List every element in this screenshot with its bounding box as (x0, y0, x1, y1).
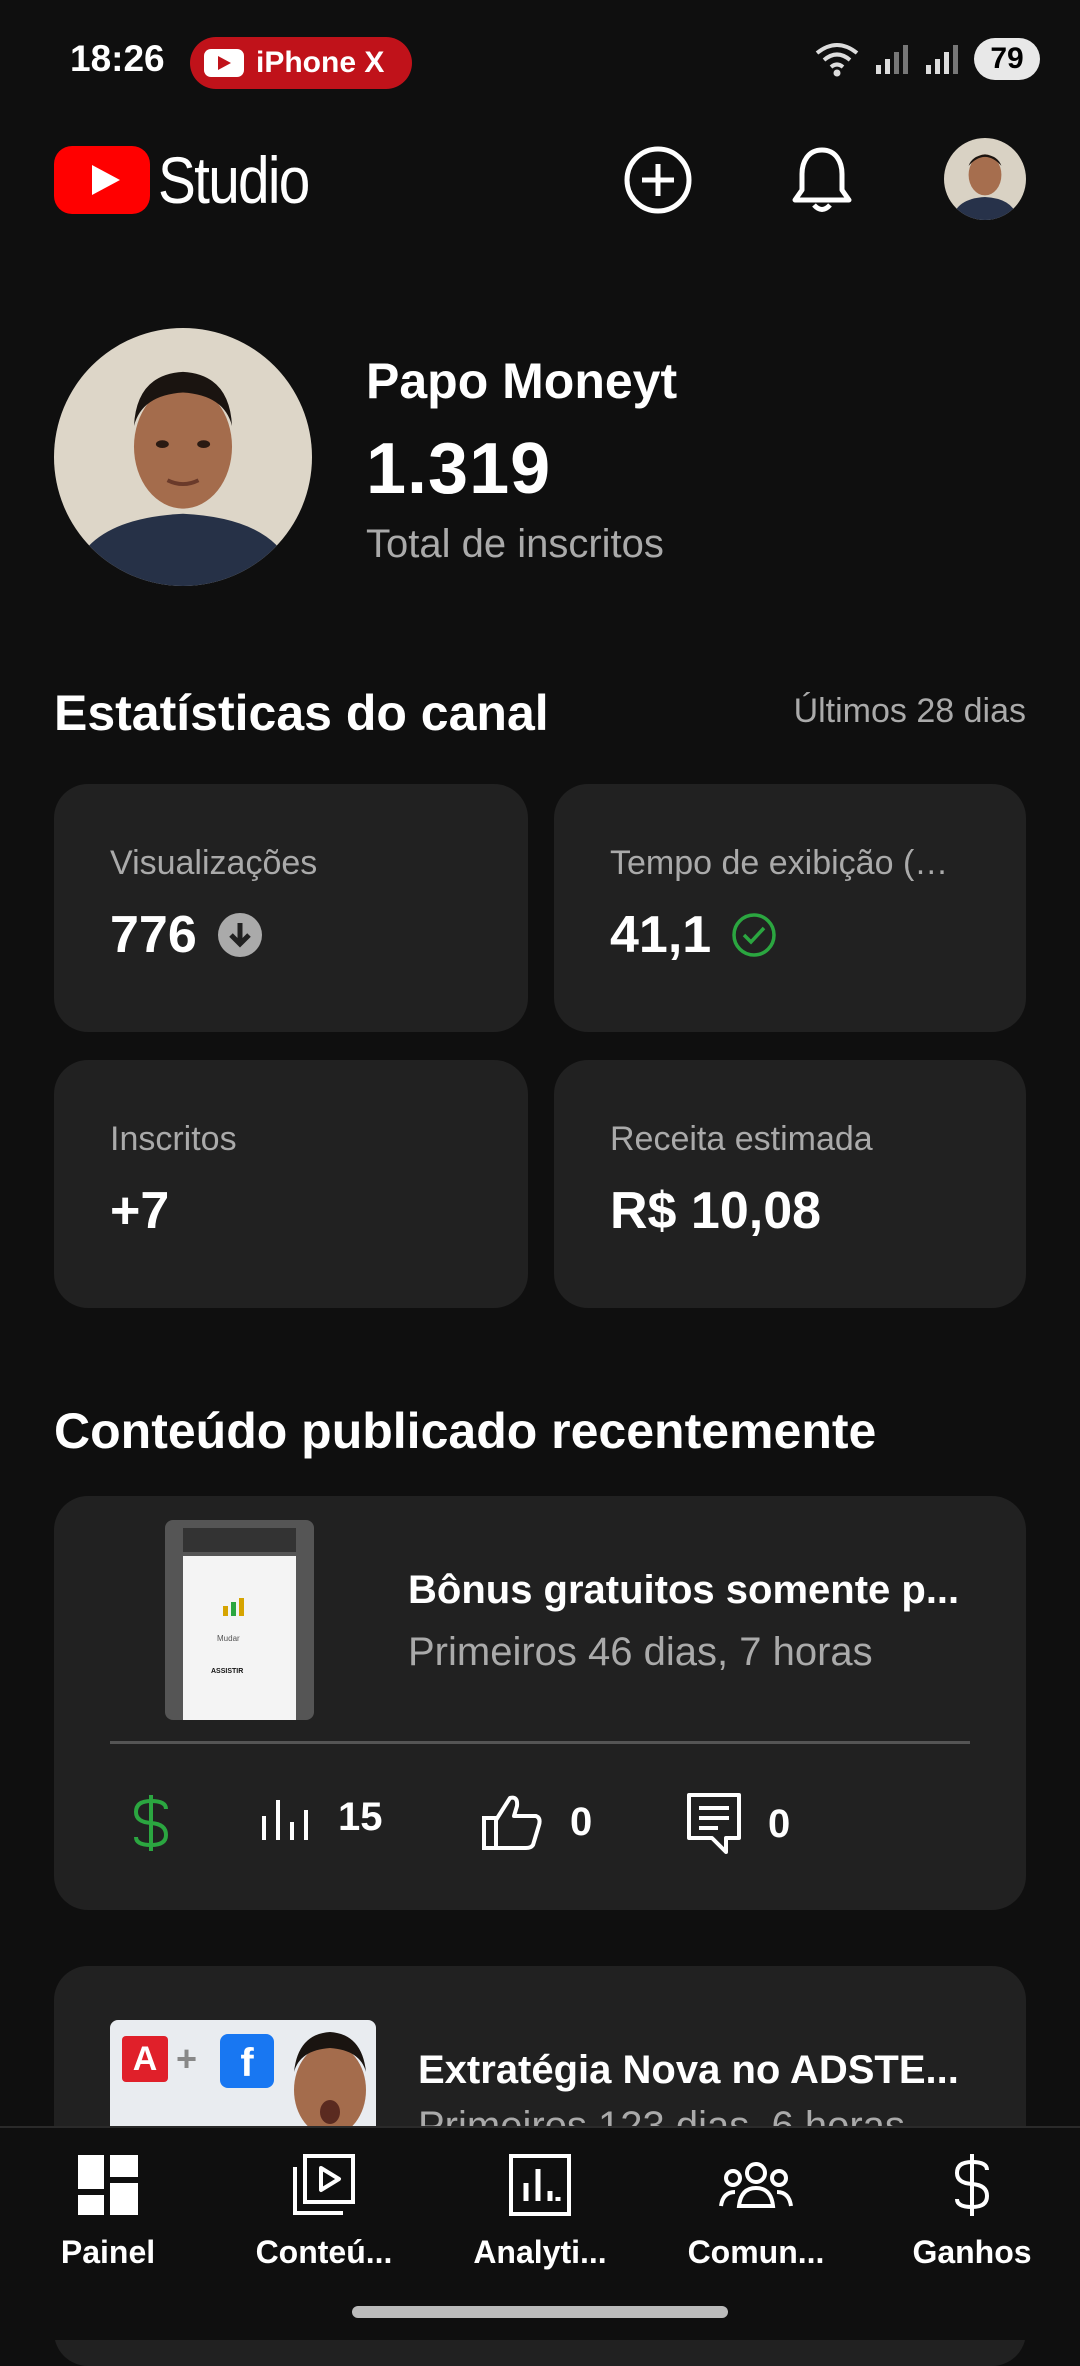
dollar-icon (954, 2154, 990, 2216)
nav-content[interactable]: Conteú... (224, 2150, 424, 2271)
bar-chart-icon (262, 1800, 308, 1840)
nav-label: Analyti... (473, 2234, 607, 2270)
video-title[interactable]: Bônus gratuitos somente p... (408, 1568, 959, 1613)
video-subtitle: Primeiros 46 dias, 7 horas (408, 1630, 873, 1674)
nav-painel[interactable]: Painel (8, 2150, 208, 2271)
facebook-logo-icon: f (220, 2034, 274, 2088)
comments-count: 0 (768, 1801, 791, 1846)
dashboard-icon (78, 2155, 138, 2215)
plus-circle-icon (624, 146, 692, 214)
battery-indicator: 79 (974, 38, 1040, 80)
stat-label: Inscritos (110, 1120, 237, 1158)
stat-value: +7 (110, 1182, 170, 1240)
video-title[interactable]: Extratégia Nova no ADSTE... (418, 2048, 959, 2093)
check-circle-icon (732, 913, 776, 957)
home-indicator[interactable] (352, 2306, 728, 2318)
nav-label: Painel (60, 2234, 156, 2270)
subscriber-count: 1.319 (366, 429, 552, 509)
comments-metric[interactable]: 0 (686, 1792, 790, 1856)
profile-photo-icon (54, 328, 312, 586)
thumbs-up-icon (482, 1795, 542, 1850)
nav-earnings[interactable]: Ganhos (872, 2150, 1072, 2271)
community-icon (719, 2162, 793, 2208)
content-icon (293, 2154, 355, 2215)
stat-value: 776 (110, 906, 197, 964)
divider (110, 1741, 970, 1744)
bell-icon (792, 147, 852, 212)
stat-card-watch-time[interactable]: Tempo de exibição (… 41,1 (554, 784, 1026, 1032)
wifi-icon (815, 43, 859, 77)
likes-metric[interactable]: 0 (480, 1792, 592, 1852)
nav-label: Conteú... (255, 2234, 393, 2270)
chart-mini-icon (221, 1598, 247, 1616)
channel-name: Papo Moneyt (366, 353, 678, 409)
nav-analytics[interactable]: Analyti... (440, 2150, 640, 2271)
video-thumbnail[interactable]: Mudar ASSISTIR (165, 1520, 314, 1720)
analytics-icon (509, 2154, 571, 2216)
notifications-button[interactable] (782, 140, 862, 220)
thumb-text: ASSISTIR (211, 1668, 244, 1675)
down-arrow-icon (217, 913, 262, 957)
screen-recording-pill[interactable]: iPhone X (190, 37, 412, 89)
app-name: Studio (158, 143, 310, 217)
subscriber-label: Total de inscritos (366, 522, 664, 566)
pill-label: iPhone X (256, 46, 385, 79)
recent-title: Conteúdo publicado recentemente (54, 1403, 877, 1459)
create-button[interactable] (618, 140, 698, 220)
monetization-status[interactable] (128, 1792, 174, 1854)
status-time: 18:26 (70, 38, 165, 79)
signal-icon-2 (926, 45, 958, 74)
stats-period[interactable]: Últimos 28 dias (794, 692, 1026, 731)
profile-photo-icon (944, 138, 1026, 220)
youtube-small-icon (204, 49, 244, 77)
youtube-logo-icon (54, 146, 150, 214)
stat-label: Tempo de exibição (… (610, 844, 949, 882)
stat-card-subscribers[interactable]: Inscritos +7 (54, 1060, 528, 1308)
stat-label: Visualizações (110, 844, 318, 882)
channel-avatar[interactable] (54, 328, 312, 586)
stat-card-views[interactable]: Visualizações 776 (54, 784, 528, 1032)
stat-card-revenue[interactable]: Receita estimada R$ 10,08 (554, 1060, 1026, 1308)
nav-community[interactable]: Comun... (656, 2150, 856, 2271)
nav-label: Ganhos (912, 2234, 1032, 2270)
stat-value: 41,1 (610, 906, 712, 964)
adsterra-logo-icon: A (122, 2036, 168, 2082)
stats-title: Estatísticas do canal (54, 685, 549, 741)
dollar-icon (133, 1795, 169, 1851)
stat-value: R$ 10,08 (610, 1182, 822, 1240)
plus-text: + (176, 2038, 198, 2079)
views-metric[interactable]: 15 (258, 1792, 383, 1842)
thumb-text: Mudar (217, 1634, 240, 1643)
stat-label: Receita estimada (610, 1120, 873, 1158)
signal-icon (876, 45, 908, 74)
status-indicators: 79 (814, 38, 1040, 80)
likes-count: 0 (570, 1799, 593, 1844)
comment-icon (687, 1793, 741, 1854)
views-count: 15 (338, 1794, 383, 1839)
account-avatar[interactable] (944, 138, 1026, 220)
nav-label: Comun... (687, 2234, 825, 2270)
